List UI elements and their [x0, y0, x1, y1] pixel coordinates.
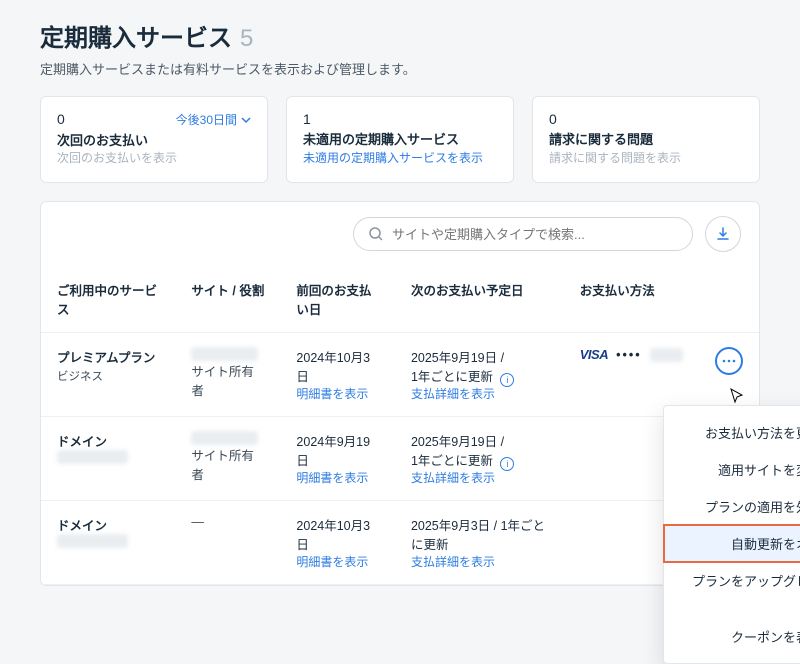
renew-cycle: 1年ごとに更新 [411, 370, 493, 384]
row-actions-button[interactable] [715, 347, 743, 375]
payment-detail-link[interactable]: 支払詳細を表示 [411, 469, 548, 486]
row-actions-menu: お支払い方法を更新 適用サイトを変更 プランの適用を外す 自動更新をオフ プラン… [663, 405, 800, 664]
download-icon [715, 226, 731, 242]
renew-cycle: 1年ごとに更新 [411, 454, 493, 468]
site-role: サイト所有者 [191, 361, 264, 399]
subscriptions-table: ご利用中のサービス サイト / 役割 前回のお支払い日 次のお支払い予定日 お支… [41, 266, 759, 585]
table-row: ドメイン xxxxxxx.com XXXXXXXX サイト所有者 2024年9月… [41, 417, 759, 501]
last-date: 2024年10月3日 [296, 515, 379, 553]
search-icon [368, 226, 384, 242]
menu-upgrade[interactable]: プランをアップグレード [664, 562, 800, 618]
title-text: 定期購入サービス [40, 18, 232, 53]
domain-masked: xxxxxxx.com [57, 534, 128, 548]
search-box[interactable] [353, 217, 693, 251]
download-button[interactable] [705, 216, 741, 252]
invoice-link[interactable]: 明細書を表示 [296, 553, 379, 570]
card-brand: VISA [580, 347, 608, 362]
period-label: 今後30日間 [176, 111, 237, 128]
next-date: 2025年9月3日 / 1年ごとに更新 [411, 515, 548, 553]
chevron-down-icon [241, 115, 251, 125]
invoice-link[interactable]: 明細書を表示 [296, 469, 379, 486]
menu-update-payment[interactable]: お支払い方法を更新 [664, 414, 800, 451]
page-title: 定期購入サービス 5 [40, 18, 760, 53]
service-name: ドメイン [57, 431, 159, 450]
issues-link[interactable]: 請求に関する問題を表示 [549, 149, 743, 166]
menu-coupon[interactable]: クーポンを表示 [664, 618, 800, 655]
issues-label: 請求に関する問題 [549, 129, 743, 148]
last-date: 2024年9月19日 [296, 431, 379, 469]
col-last: 前回のお支払い日 [280, 266, 395, 333]
next-date: 2025年9月19日 / [411, 431, 548, 450]
unapplied-label: 未適用の定期購入サービス [303, 129, 497, 148]
next-date: 2025年9月19日 / [411, 347, 548, 366]
unapplied-link[interactable]: 未適用の定期購入サービスを表示 [303, 149, 497, 166]
table-row: ドメイン xxxxxxx.com — 2024年10月3日 明細書を表示 202… [41, 501, 759, 585]
subscription-count: 5 [240, 25, 253, 53]
last-date: 2024年10月3日 [296, 347, 379, 385]
upcoming-count: 0 [57, 111, 65, 127]
page-subtitle: 定期購入サービスまたは有料サービスを表示および管理します。 [40, 59, 760, 78]
card-num-masked: XXXX [650, 348, 683, 362]
service-name: プレミアムプラン [57, 347, 159, 366]
service-name: ドメイン [57, 515, 159, 534]
card-last4-masked: •••• [616, 348, 642, 362]
menu-remove-plan[interactable]: プランの適用を外す [664, 488, 800, 525]
info-icon[interactable]: i [500, 457, 514, 471]
issues-count: 0 [549, 111, 743, 127]
card-billing-issues: 0 請求に関する問題 請求に関する問題を表示 [532, 96, 760, 183]
upcoming-link[interactable]: 次回のお支払いを表示 [57, 149, 251, 166]
site-masked: XXXXXXXX [191, 347, 258, 361]
payment-detail-link[interactable]: 支払詳細を表示 [411, 553, 548, 570]
search-input[interactable] [392, 227, 678, 242]
domain-masked: xxxxxxx.com [57, 450, 128, 464]
col-service: ご利用中のサービス [41, 266, 175, 333]
subscriptions-panel: ご利用中のサービス サイト / 役割 前回のお支払い日 次のお支払い予定日 お支… [40, 201, 760, 586]
more-icon [722, 359, 736, 363]
menu-autorenew-off[interactable]: 自動更新をオフ [664, 525, 800, 562]
service-sub: ビジネス [57, 368, 159, 384]
table-row: プレミアムプラン ビジネス XXXXXXXX サイト所有者 2024年10月3日… [41, 333, 759, 417]
cursor-icon [729, 387, 747, 405]
invoice-link[interactable]: 明細書を表示 [296, 385, 379, 402]
col-method: お支払い方法 [564, 266, 759, 333]
unapplied-count: 1 [303, 111, 497, 127]
site-masked: XXXXXXXX [191, 431, 258, 445]
period-dropdown[interactable]: 今後30日間 [176, 111, 251, 128]
card-unapplied: 1 未適用の定期購入サービス 未適用の定期購入サービスを表示 [286, 96, 514, 183]
col-next: 次のお支払い予定日 [395, 266, 564, 333]
upcoming-label: 次回のお支払い [57, 130, 251, 149]
site-role: サイト所有者 [191, 445, 264, 483]
payment-detail-link[interactable]: 支払詳細を表示 [411, 385, 548, 402]
info-icon[interactable]: i [500, 373, 514, 387]
card-upcoming-payment: 0 今後30日間 次回のお支払い 次回のお支払いを表示 [40, 96, 268, 183]
col-site: サイト / 役割 [175, 266, 280, 333]
menu-change-site[interactable]: 適用サイトを変更 [664, 451, 800, 488]
site-role: — [175, 501, 280, 585]
